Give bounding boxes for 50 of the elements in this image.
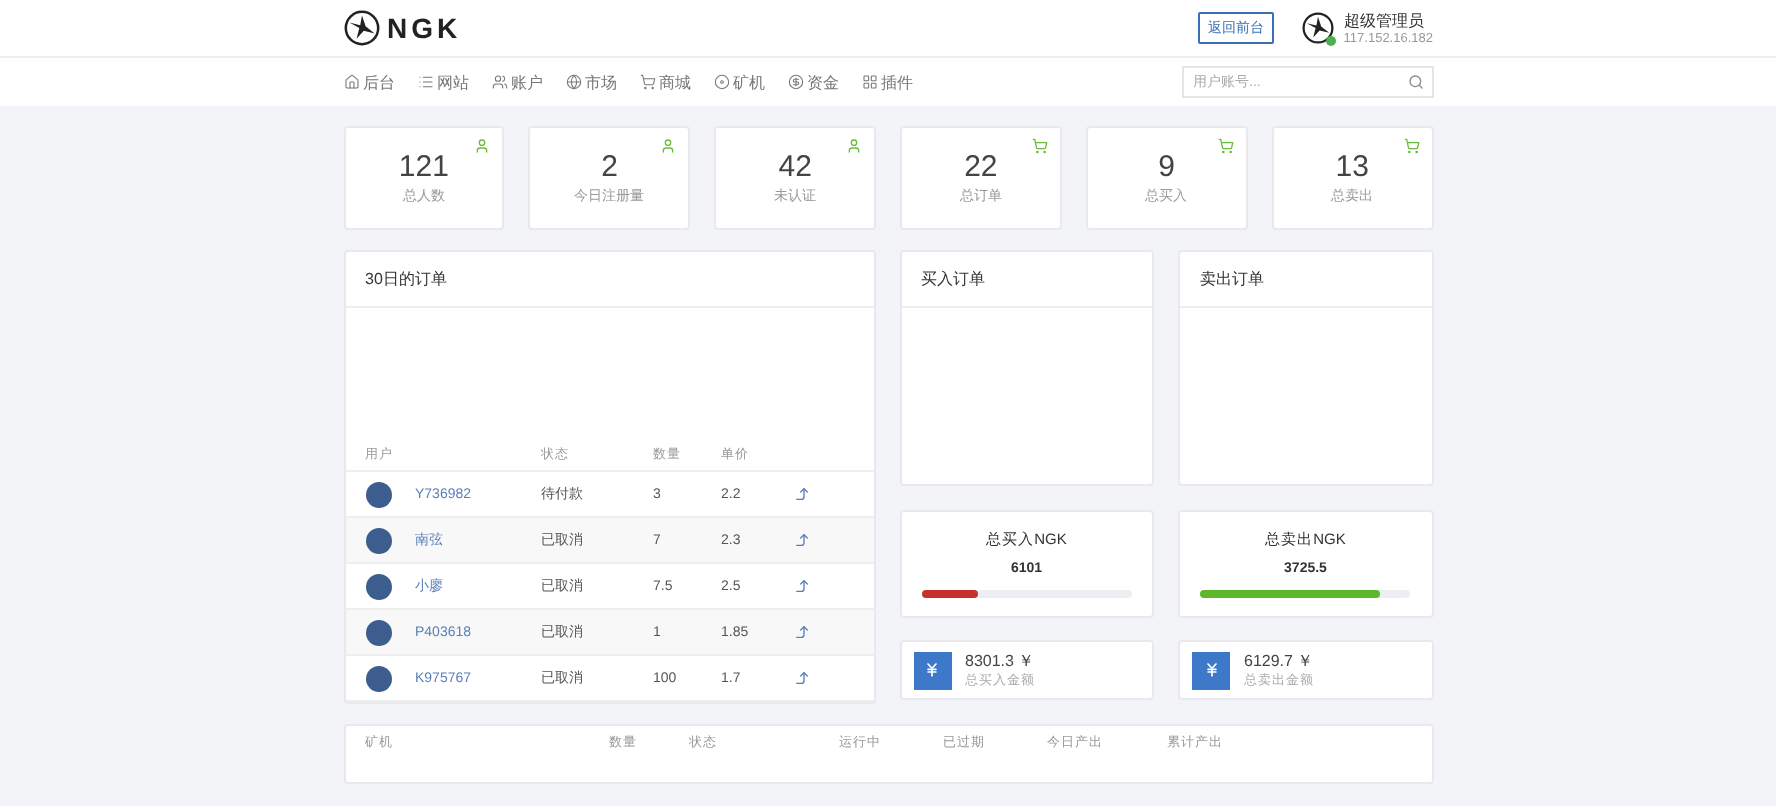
share-arrow-icon[interactable]	[793, 624, 809, 640]
avatar	[365, 573, 391, 599]
logo-icon	[343, 10, 379, 46]
stat-value: 22	[964, 150, 998, 184]
avatar	[365, 527, 391, 553]
cart-icon	[639, 74, 655, 90]
list-icon	[417, 74, 433, 90]
users-icon	[491, 74, 507, 90]
nav-link[interactable]: 账户	[491, 71, 543, 93]
cart-icon	[1031, 138, 1048, 154]
home-icon	[343, 74, 359, 90]
nav-link[interactable]: 插件	[861, 71, 913, 93]
stat-value: 121	[398, 150, 449, 184]
yen-icon	[1192, 651, 1230, 690]
globe-icon	[565, 74, 581, 90]
avatar-icon	[1301, 12, 1334, 44]
card-title: 买入订单	[901, 252, 1152, 308]
card-title: 30日的订单	[345, 252, 873, 308]
share-arrow-icon[interactable]	[793, 670, 809, 686]
stat-value: 42	[778, 150, 812, 184]
user-icon	[474, 138, 491, 154]
nav-link[interactable]: 资金	[787, 71, 839, 93]
nav-link[interactable]: 商城	[639, 71, 691, 93]
grid-icon	[861, 74, 877, 90]
nav-link[interactable]: 矿机	[713, 71, 765, 93]
nav-link[interactable]: 市场	[565, 71, 617, 93]
user-name: 超级管理员	[1343, 10, 1426, 32]
amount-value: 6129.7 ￥	[1244, 650, 1314, 673]
disc-icon	[713, 74, 729, 90]
share-arrow-icon[interactable]	[793, 578, 809, 594]
avatar	[365, 619, 391, 645]
share-arrow-icon[interactable]	[793, 486, 809, 502]
cart-icon	[1217, 138, 1234, 154]
yen-icon	[913, 651, 951, 690]
logo-text: NGK	[387, 12, 462, 44]
stat-value: 2	[601, 150, 618, 184]
coin-icon	[787, 74, 803, 90]
cart-icon	[1403, 138, 1419, 154]
share-arrow-icon[interactable]	[793, 532, 809, 548]
stat-value: 9	[1158, 150, 1175, 184]
card-title: 卖出订单	[1180, 252, 1431, 308]
amount-value: 8301.3 ￥	[965, 650, 1035, 673]
nav-link[interactable]: 后台	[343, 71, 395, 93]
nav-link[interactable]: 网站	[417, 71, 469, 93]
avatar	[365, 665, 391, 691]
stat-value: 13	[1335, 150, 1369, 184]
user-icon	[846, 138, 862, 154]
search-icon	[1407, 74, 1423, 90]
user-icon	[660, 138, 677, 154]
avatar	[365, 481, 391, 507]
